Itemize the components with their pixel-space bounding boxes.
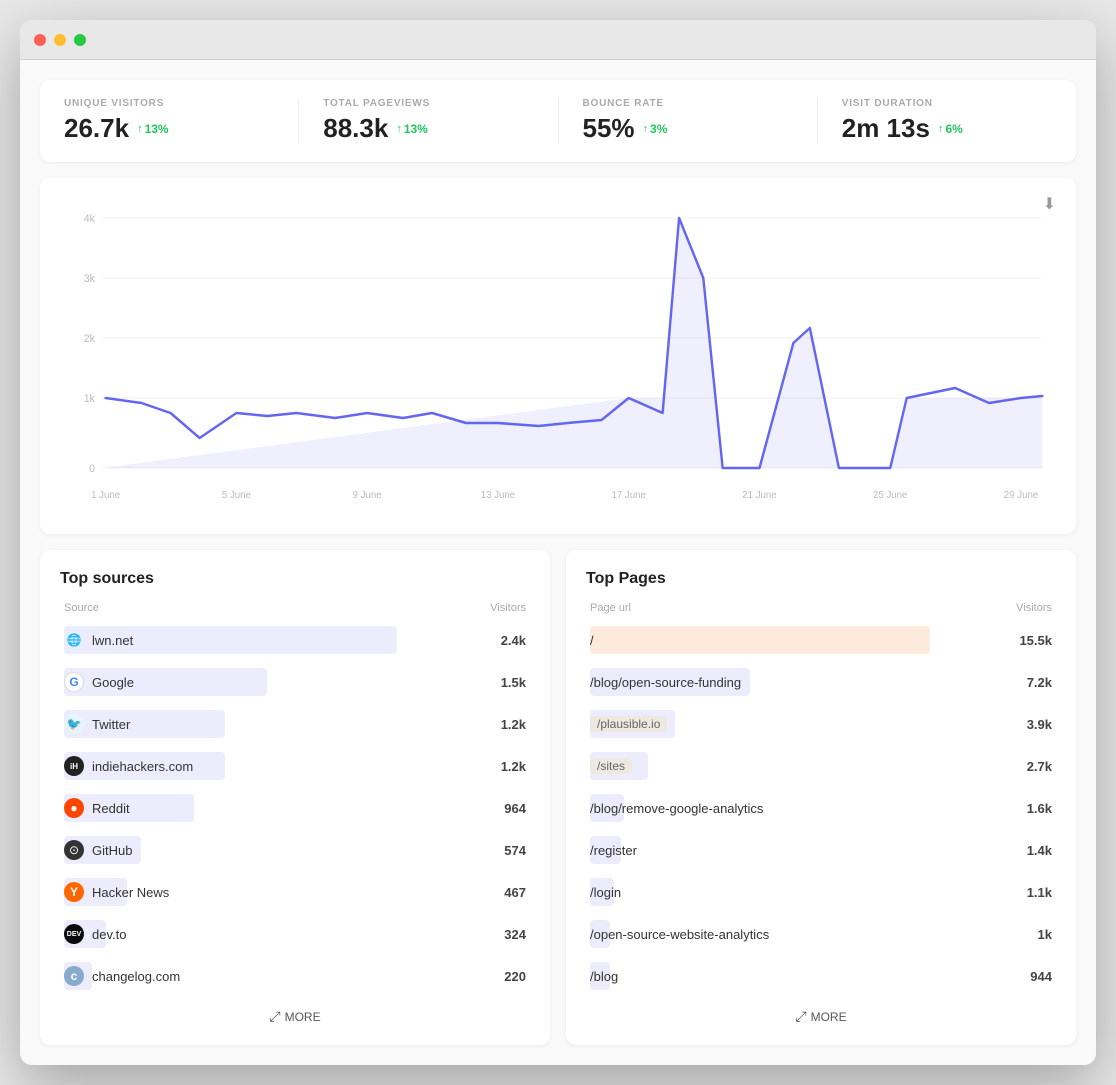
line-chart: 4k 3k 2k 1k 0 1 June 5 June 9 June 13 Ju… [64,198,1052,518]
svg-text:3k: 3k [84,273,96,285]
stat-pageviews-change: 13% [396,122,428,136]
list-item[interactable]: /blog/open-source-funding 7.2k [586,662,1056,702]
list-item[interactable]: ● Reddit 964 [60,788,530,828]
stat-unique-visitors-value: 26.7k [64,113,129,144]
list-item[interactable]: ⊙ GitHub 574 [60,830,530,870]
top-sources-panel: Top sources Source Visitors 🌐 lwn.net 2.… [40,550,550,1045]
svg-text:13 June: 13 June [481,490,516,501]
svg-text:2k: 2k [84,333,96,345]
stat-visit-duration-value: 2m 13s [842,113,930,144]
svg-text:9 June: 9 June [353,490,383,501]
svg-text:21 June: 21 June [742,490,777,501]
sources-rows: 🌐 lwn.net 2.4k G Google 1.5k 🐦 Twitter 1… [60,620,530,996]
list-item[interactable]: /sites 2.7k [586,746,1056,786]
close-button[interactable] [34,34,46,46]
chart-card: ⬇ 4k 3k 2k 1k 0 1 June 5 [40,178,1076,534]
maximize-button[interactable] [74,34,86,46]
stat-bounce-rate-label: BOUNCE RATE [583,98,793,109]
list-item[interactable]: /blog/remove-google-analytics 1.6k [586,788,1056,828]
list-item[interactable]: 🌐 lwn.net 2.4k [60,620,530,660]
svg-text:1k: 1k [84,393,96,405]
stat-unique-visitors: UNIQUE VISITORS 26.7k 13% [64,98,299,144]
chart-container: 4k 3k 2k 1k 0 1 June 5 June 9 June 13 Ju… [64,198,1052,518]
list-item[interactable]: G Google 1.5k [60,662,530,702]
app-window: UNIQUE VISITORS 26.7k 13% TOTAL PAGEVIEW… [20,20,1096,1065]
list-item[interactable]: 🐦 Twitter 1.2k [60,704,530,744]
list-item[interactable]: c changelog.com 220 [60,956,530,996]
expand-icon: ⤢ [795,1008,806,1025]
list-item[interactable]: /open-source-website-analytics 1k [586,914,1056,954]
svg-text:1 June: 1 June [91,490,121,501]
sources-col-source: Source [64,602,99,614]
list-item[interactable]: DEV dev.to 324 [60,914,530,954]
pages-col-visitors: Visitors [1016,602,1052,614]
main-content: UNIQUE VISITORS 26.7k 13% TOTAL PAGEVIEW… [20,60,1096,1065]
stat-pageviews-label: TOTAL PAGEVIEWS [323,98,533,109]
stat-visit-duration: VISIT DURATION 2m 13s 6% [842,98,1052,144]
minimize-button[interactable] [54,34,66,46]
top-sources-header: Source Visitors [60,602,530,614]
stat-pageviews: TOTAL PAGEVIEWS 88.3k 13% [323,98,558,144]
top-pages-title: Top Pages [586,570,1056,588]
bottom-row: Top sources Source Visitors 🌐 lwn.net 2.… [40,550,1076,1045]
stat-visit-duration-label: VISIT DURATION [842,98,1052,109]
expand-icon: ⤢ [269,1008,280,1025]
pages-more-button[interactable]: ⤢ MORE [586,1008,1056,1025]
list-item[interactable]: iH indiehackers.com 1.2k [60,746,530,786]
stat-unique-visitors-label: UNIQUE VISITORS [64,98,274,109]
list-item[interactable]: /login 1.1k [586,872,1056,912]
list-item[interactable]: /blog 944 [586,956,1056,996]
sources-col-visitors: Visitors [490,602,526,614]
svg-text:17 June: 17 June [611,490,646,501]
pages-rows: / 15.5k /blog/open-source-funding 7.2k /… [586,620,1056,996]
titlebar [20,20,1096,60]
stat-bounce-rate-value: 55% [583,113,635,144]
stat-pageviews-value: 88.3k [323,113,388,144]
stat-bounce-rate: BOUNCE RATE 55% 3% [583,98,818,144]
pages-col-url: Page url [590,602,631,614]
list-item[interactable]: /plausible.io 3.9k [586,704,1056,744]
stat-unique-visitors-change: 13% [137,122,169,136]
svg-text:5 June: 5 June [222,490,252,501]
svg-text:29 June: 29 June [1004,490,1039,501]
stat-visit-duration-change: 6% [938,122,963,136]
svg-text:25 June: 25 June [873,490,908,501]
top-pages-header: Page url Visitors [586,602,1056,614]
top-sources-title: Top sources [60,570,530,588]
list-item[interactable]: Y Hacker News 467 [60,872,530,912]
top-pages-panel: Top Pages Page url Visitors / 15.5k /blo… [566,550,1076,1045]
stat-bounce-rate-change: 3% [643,122,668,136]
list-item[interactable]: /register 1.4k [586,830,1056,870]
svg-text:0: 0 [89,463,95,475]
svg-text:4k: 4k [84,213,96,225]
sources-more-button[interactable]: ⤢ MORE [60,1008,530,1025]
stats-card: UNIQUE VISITORS 26.7k 13% TOTAL PAGEVIEW… [40,80,1076,162]
list-item[interactable]: / 15.5k [586,620,1056,660]
